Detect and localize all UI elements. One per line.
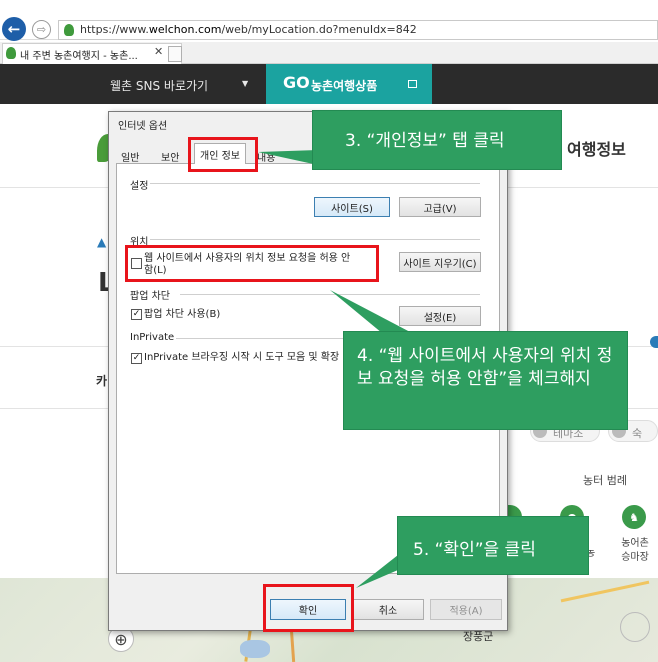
location-checkbox-highlight: [125, 245, 379, 282]
callout-3-pointer: [258, 150, 318, 165]
step-4-text: 4. “웹 사이트에서 사용자의 위치 정보 요청을 허용 안함”을 체크해지: [357, 346, 613, 389]
ok-button-highlight: [263, 584, 354, 632]
callout-5-pointer: [356, 555, 398, 588]
step-3-text: 3. “개인정보” 탭 클릭: [345, 131, 505, 151]
step-5-text: 5. “확인”을 클릭: [413, 540, 536, 560]
privacy-tab-highlight: [188, 137, 258, 172]
callout-4-pointer: [330, 290, 412, 333]
